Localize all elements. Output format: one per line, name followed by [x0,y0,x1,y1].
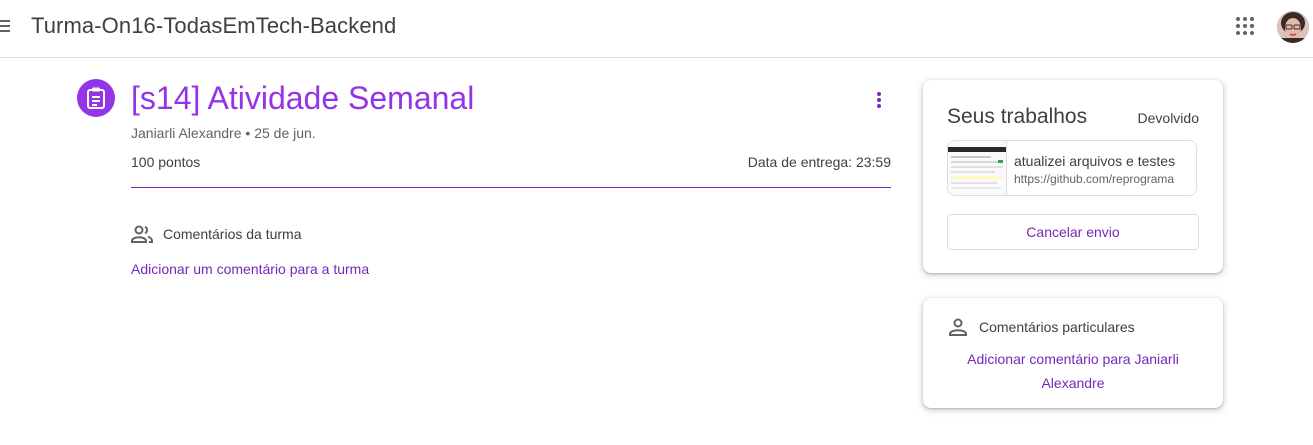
status-badge: Devolvido [1137,110,1199,126]
attachment-title: atualizei arquivos e testes [1014,153,1176,169]
author-date: Janiarli Alexandre • 25 de jun. [131,125,316,141]
add-class-comment-link[interactable]: Adicionar um comentário para a turma [131,261,369,277]
class-comments-label: Comentários da turma [163,226,302,242]
attachment-thumbnail [948,141,1007,195]
top-bar: Turma-On16-TodasEmTech-Backend [0,0,1313,58]
user-avatar-icon [1277,11,1309,43]
due-date: Data de entrega: 23:59 [747,154,891,170]
avatar[interactable] [1277,11,1309,43]
your-work-card: Seus trabalhos Devolvido atualizei arqui… [923,80,1223,273]
class-comments-header: Comentários da turma [131,222,302,246]
attachment[interactable]: atualizei arquivos e testes https://gith… [947,140,1197,196]
private-comments-card: Comentários particulares Adicionar comen… [923,298,1223,408]
cancel-submission-button[interactable]: Cancelar envio [947,214,1199,250]
your-work-title: Seus trabalhos [947,105,1088,128]
person-icon [949,318,967,336]
apps-grid-icon[interactable] [1236,17,1256,37]
people-icon [131,225,153,243]
menu-icon[interactable] [0,19,12,35]
assignment-icon [77,79,115,117]
class-title[interactable]: Turma-On16-TodasEmTech-Backend [31,13,396,39]
points: 100 pontos [131,154,201,170]
private-comments-header: Comentários particulares [947,315,1135,339]
private-comments-label: Comentários particulares [979,319,1135,335]
more-options-icon[interactable] [869,88,889,112]
add-private-comment-link[interactable]: Adicionar comentário para Janiarli Alexa… [947,347,1199,395]
attachment-url: https://github.com/reprograma [1014,172,1175,186]
assignment-title: [s14] Atividade Semanal [131,80,475,116]
divider [131,187,891,188]
